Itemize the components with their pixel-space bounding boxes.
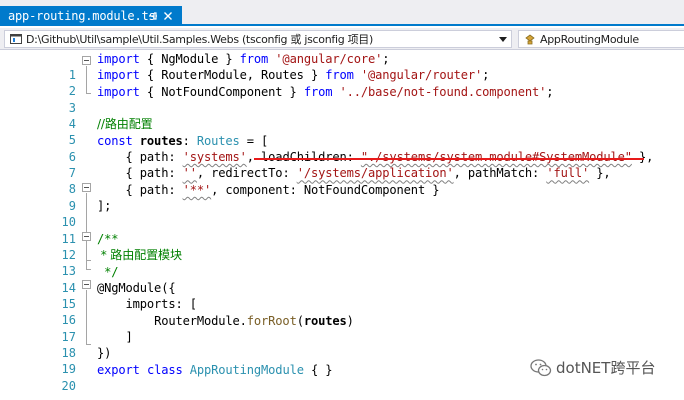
- red-annotation-underline: [254, 158, 644, 160]
- code-line-3: 3 import { NotFoundComponent } from '../…: [0, 84, 684, 115]
- line-number: 20: [61, 378, 76, 393]
- document-tab[interactable]: app-routing.module.ts: [0, 6, 182, 26]
- document-tab-strip: app-routing.module.ts: [0, 0, 684, 26]
- symbol-dropdown[interactable]: AppRoutingModule: [518, 30, 684, 48]
- code-line-16: 16 imports: [: [0, 296, 684, 327]
- symbol-label: AppRoutingModule: [540, 32, 639, 46]
- code-line-8: 8 { path: '', redirectTo: '/systems/appl…: [0, 165, 684, 196]
- watermark: dotNET跨平台: [530, 357, 655, 378]
- project-icon: [10, 34, 22, 44]
- code-editor[interactable]: 1 import { NgModule } from '@angular/cor…: [0, 51, 684, 400]
- code-line-13: 13 * 路由配置模块: [0, 247, 684, 278]
- project-dropdown[interactable]: D:\Github\Util\sample\Util.Samples.Webs …: [4, 30, 512, 48]
- navigation-bar: D:\Github\Util\sample\Util.Samples.Webs …: [0, 28, 684, 50]
- code-line-15: 15 @NgModule({: [0, 280, 684, 311]
- code-line-5: 5 //路由配置: [0, 116, 684, 147]
- tab-title: app-routing.module.ts: [8, 9, 156, 23]
- pin-icon[interactable]: [148, 11, 158, 21]
- code-line-17: 17 RouterModule.forRoot(routes): [0, 313, 684, 344]
- close-icon[interactable]: [162, 10, 174, 22]
- code-line-14: 14 */: [0, 264, 684, 295]
- chevron-down-icon: [499, 37, 507, 42]
- code-line-11: 11: [0, 215, 684, 246]
- code-line-2: 2 import { RouterModule, Routes } from '…: [0, 67, 684, 98]
- code-line-9: 9 { path: '**', component: NotFoundCompo…: [0, 182, 684, 213]
- code-line-10: 10 ];: [0, 198, 684, 229]
- wechat-icon: [530, 358, 552, 376]
- code-line-1: 1 import { NgModule } from '@angular/cor…: [0, 51, 684, 82]
- class-icon: [525, 34, 535, 45]
- code-line-18: 18 ]: [0, 329, 684, 360]
- code-line-4: 4: [0, 100, 684, 131]
- code-line-6: 6 const routes: Routes = [: [0, 133, 684, 164]
- watermark-text: dotNET跨平台: [556, 359, 656, 377]
- project-label: D:\Github\Util\sample\Util.Samples.Webs …: [26, 33, 373, 46]
- code-line-12: 12 /**: [0, 231, 684, 262]
